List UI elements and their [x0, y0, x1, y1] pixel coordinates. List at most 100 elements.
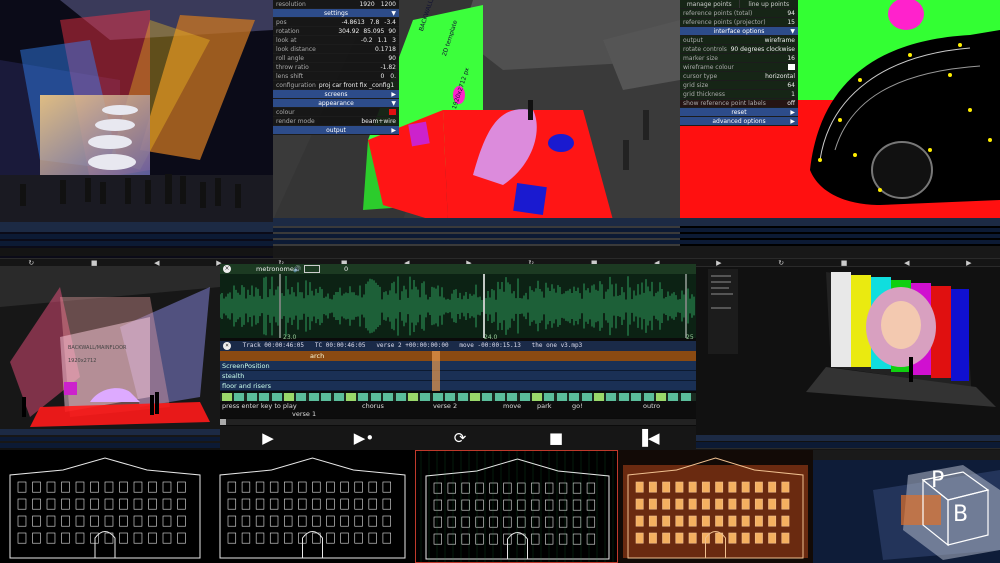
metronome-volume-box[interactable] [304, 265, 320, 273]
cue-block[interactable] [494, 393, 505, 401]
audio-waveform[interactable] [219, 274, 696, 338]
resolution-h[interactable]: 1200 [381, 0, 396, 8]
viewport-calibration[interactable]: manage points line up points reference p… [680, 0, 1000, 258]
cue-block[interactable] [259, 393, 270, 401]
output-value[interactable]: wireframe [765, 36, 795, 44]
play-icon[interactable]: ▶ [716, 259, 721, 267]
throw-value[interactable]: -1.82 [380, 63, 396, 71]
scrollbar-thumb[interactable] [220, 419, 226, 425]
render-value[interactable]: beam+wire [361, 117, 396, 125]
cue-block[interactable] [271, 393, 282, 401]
pos-x[interactable]: -4.8613 [342, 18, 365, 26]
advanced-options-header[interactable]: advanced options ▶ [680, 117, 798, 126]
rewind-icon[interactable]: ◀ [154, 259, 159, 267]
colour-swatch[interactable] [389, 109, 396, 115]
rot-z[interactable]: 90 [388, 27, 396, 35]
interface-options-header[interactable]: interface options ▼ [680, 27, 798, 36]
marker-park[interactable]: park [537, 402, 552, 410]
cue-block[interactable] [507, 393, 518, 401]
loop-icon[interactable]: ↻ [28, 259, 34, 267]
cue-block[interactable] [308, 393, 319, 401]
line-up-points-button[interactable]: line up points [740, 0, 799, 8]
play-button[interactable]: ▶ [220, 428, 316, 448]
marker-verse-2[interactable]: verse 2 [433, 402, 457, 410]
cue-block[interactable] [420, 393, 431, 401]
lookdist-value[interactable]: 0.1718 [375, 45, 396, 53]
close-icon[interactable]: × [223, 342, 231, 350]
resolution-w[interactable]: 1920 [359, 0, 374, 8]
wireframe-colour-swatch[interactable] [788, 64, 795, 70]
pos-y[interactable]: 7.8 [370, 18, 380, 26]
cue-block[interactable] [631, 393, 642, 401]
cue-block[interactable] [569, 393, 580, 401]
cue-block[interactable] [457, 393, 468, 401]
cue-block[interactable] [556, 393, 567, 401]
stop-button[interactable]: ■ [508, 428, 604, 448]
grid-thickness-value[interactable]: 1 [791, 90, 795, 98]
cue-block[interactable] [234, 393, 245, 401]
marker-size-value[interactable]: 16 [787, 54, 795, 62]
cursor-type-value[interactable]: horizontal [765, 72, 795, 80]
viewport-projector-beams[interactable]: BACKWALL/MAINFLOOR 1920x2712 [0, 267, 220, 448]
cue-block[interactable] [656, 393, 666, 401]
cue-block[interactable] [594, 393, 604, 401]
viewport-facade-wireframe-1[interactable] [0, 450, 210, 563]
viewport-facade-render[interactable] [618, 450, 813, 563]
marker-press-enter[interactable]: press enter key to play [222, 402, 297, 410]
lane-screenposition[interactable]: ScreenPosition [220, 361, 696, 371]
loop-icon[interactable]: ↻ [778, 259, 784, 267]
marker-move[interactable]: move [503, 402, 521, 410]
loop-button[interactable]: ⟳ [412, 428, 508, 448]
stop-icon[interactable]: ■ [91, 259, 98, 267]
cue-block[interactable] [544, 393, 555, 401]
appearance-header[interactable]: appearance ▼ [273, 99, 399, 108]
speaker-icon[interactable]: 🔊 [293, 264, 301, 274]
lane-floor-and-risers[interactable]: floor and risers [220, 381, 696, 391]
cue-block[interactable] [296, 393, 307, 401]
marker-outro[interactable]: outro [643, 402, 660, 410]
viewport-pb-cube[interactable]: P B [813, 450, 1000, 563]
cue-block[interactable] [482, 393, 493, 401]
cue-block[interactable] [606, 393, 617, 401]
cue-block[interactable] [321, 393, 332, 401]
viewport-stage-render[interactable] [0, 0, 273, 258]
cue-block[interactable] [532, 393, 542, 401]
cue-block[interactable] [470, 393, 480, 401]
cue-block[interactable] [408, 393, 418, 401]
cue-block[interactable] [581, 393, 592, 401]
cue-block[interactable] [284, 393, 294, 401]
screens-header[interactable]: screens ▶ [273, 90, 399, 99]
rot-y[interactable]: 85.095 [363, 27, 384, 35]
rotate-controls-value[interactable]: 90 degrees clockwise [731, 45, 795, 53]
lensshift-b[interactable]: 0. [390, 72, 396, 80]
cue-block[interactable] [358, 393, 369, 401]
rewind-icon[interactable]: ◀ [904, 259, 909, 267]
play-icon[interactable]: ▶ [966, 259, 971, 267]
play-to-marker-button[interactable]: ▶• [316, 428, 412, 448]
cue-block[interactable] [383, 393, 394, 401]
rot-x[interactable]: 304.92 [338, 27, 359, 35]
lookat-x[interactable]: -0.2 [361, 36, 373, 44]
viewport-3d-scene[interactable]: BACKWALL/MAINFLOOR 2D template 1920x2712… [273, 0, 680, 258]
manage-points-button[interactable]: manage points [680, 0, 740, 8]
pos-z[interactable]: -3.4 [384, 18, 396, 26]
cue-block[interactable] [519, 393, 530, 401]
close-icon[interactable]: × [223, 265, 231, 273]
cue-block[interactable] [668, 393, 679, 401]
lensshift-a[interactable]: 0 [380, 72, 384, 80]
cue-block[interactable] [333, 393, 344, 401]
cue-block[interactable] [346, 393, 356, 401]
roll-value[interactable]: 90 [388, 54, 396, 62]
lane-stealth[interactable]: stealth [220, 371, 696, 381]
show-labels-value[interactable]: off [787, 99, 795, 107]
marker-chorus[interactable]: chorus [362, 402, 384, 410]
cue-block[interactable] [618, 393, 629, 401]
output-header[interactable]: output ▶ [273, 126, 399, 135]
timeline-scrollbar[interactable] [220, 419, 696, 425]
grid-size-value[interactable]: 64 [787, 81, 795, 89]
viewport-facade-grid[interactable] [415, 450, 618, 563]
config-value[interactable]: proj car front fix _config1 [319, 81, 394, 89]
lookat-z[interactable]: 3 [392, 36, 396, 44]
stop-icon[interactable]: ■ [841, 259, 848, 267]
viewport-test-pattern[interactable] [696, 267, 1000, 448]
